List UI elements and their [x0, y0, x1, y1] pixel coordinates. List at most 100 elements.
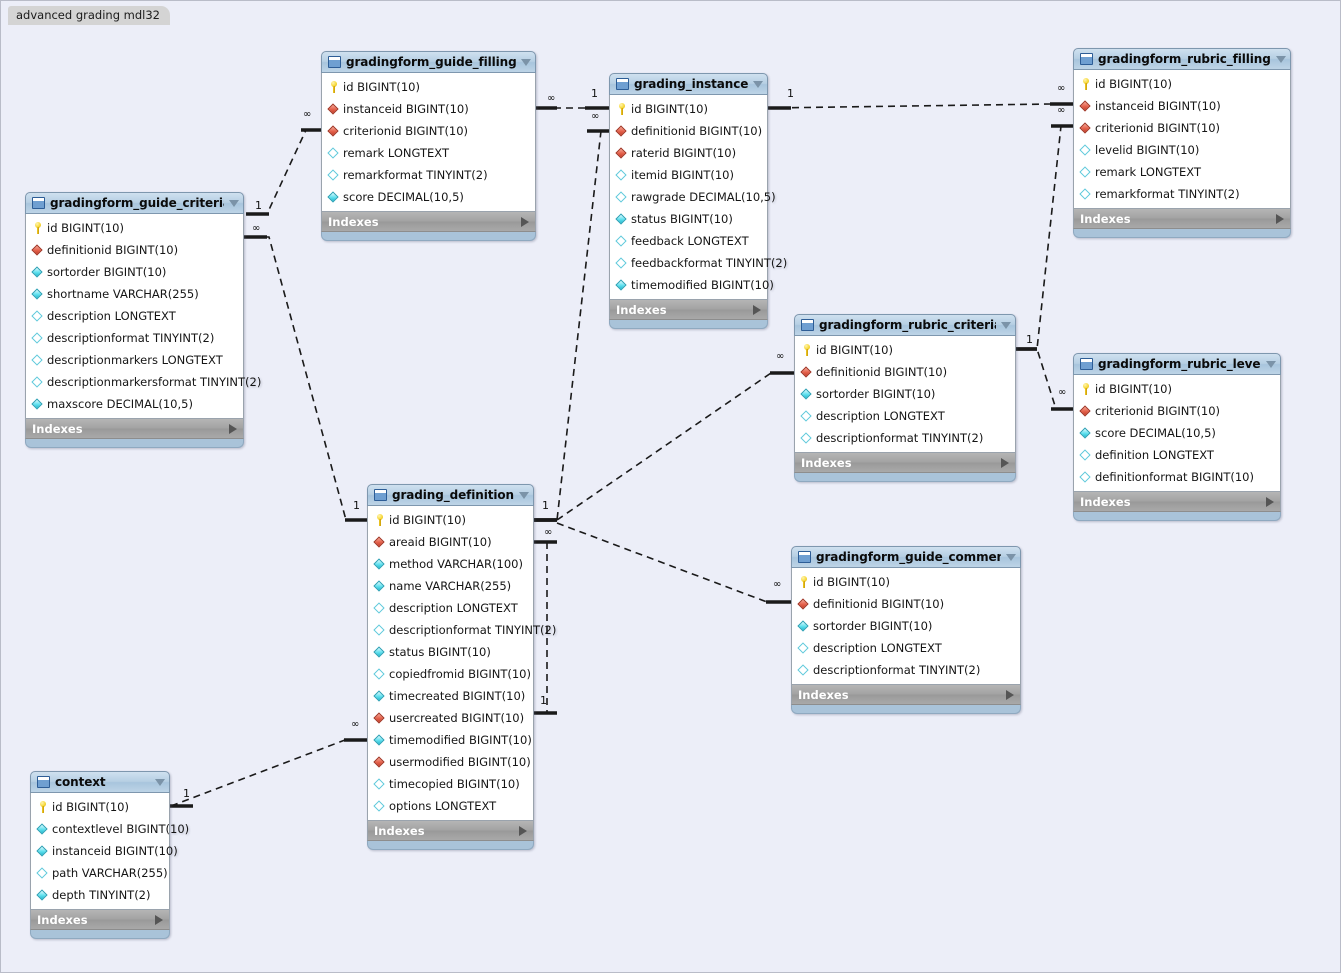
indexes-bar-gradingform_guide_comments[interactable]: Indexes	[791, 685, 1021, 705]
table-header-gradingform_rubric_levels[interactable]: gradingform_rubric_levels	[1073, 353, 1281, 375]
column-row[interactable]: instanceid BIGINT(10)	[1074, 95, 1290, 117]
column-row[interactable]: raterid BIGINT(10)	[610, 142, 767, 164]
relationship-rubric_criteria-to-rubric_levels[interactable]: ∞	[1013, 347, 1075, 411]
indexes-bar-gradingform_rubric_levels[interactable]: Indexes	[1073, 492, 1281, 512]
table-header-grading_definitions[interactable]: grading_definitions	[367, 484, 534, 506]
column-row[interactable]: instanceid BIGINT(10)	[322, 98, 535, 120]
table-header-gradingform_guide_fillings[interactable]: gradingform_guide_fillings	[321, 51, 536, 73]
column-row[interactable]: copiedfromid BIGINT(10)	[368, 663, 533, 685]
column-row[interactable]: definitionid BIGINT(10)	[792, 593, 1020, 615]
column-row[interactable]: timecopied BIGINT(10)	[368, 773, 533, 795]
column-row[interactable]: maxscore DECIMAL(10,5)	[26, 393, 243, 415]
chevron-down-icon[interactable]	[1266, 360, 1276, 368]
expand-right-icon[interactable]	[521, 216, 529, 227]
column-row[interactable]: id BIGINT(10)	[26, 217, 243, 239]
column-row[interactable]: criterionid BIGINT(10)	[1074, 117, 1290, 139]
table-grading_definitions[interactable]: grading_definitionsid BIGINT(10) areaid B…	[367, 484, 556, 850]
chevron-down-icon[interactable]	[1001, 321, 1011, 329]
column-row[interactable]: description LONGTEXT	[368, 597, 533, 619]
column-row[interactable]: timemodified BIGINT(10)	[368, 729, 533, 751]
table-gradingform_rubric_levels[interactable]: gradingform_rubric_levels id BIGINT(10) cr…	[1073, 353, 1281, 521]
expand-right-icon[interactable]	[1276, 213, 1284, 224]
indexes-bar-grading_definitions[interactable]: Indexes	[367, 821, 534, 841]
column-row[interactable]: description LONGTEXT	[795, 405, 1015, 427]
expand-right-icon[interactable]	[753, 304, 761, 315]
column-row[interactable]: levelid BIGINT(10)	[1074, 139, 1290, 161]
column-row[interactable]: id BIGINT(10)	[31, 796, 169, 818]
column-row[interactable]: criterionid BIGINT(10)	[1074, 400, 1280, 422]
relationship-grading_definitions-to-rubric_criteria[interactable]: ∞	[532, 351, 796, 522]
column-row[interactable]: status BIGINT(10)	[610, 208, 767, 230]
column-row[interactable]: id BIGINT(10)	[1074, 73, 1290, 95]
column-row[interactable]: usercreated BIGINT(10)	[368, 707, 533, 729]
column-row[interactable]: remarkformat TINYINT(2)	[1074, 183, 1290, 205]
column-row[interactable]: id BIGINT(10)	[322, 76, 535, 98]
relationship-grading_instances-to-rubric_fillings[interactable]: 1 ∞	[766, 83, 1075, 110]
chevron-down-icon[interactable]	[1276, 55, 1286, 63]
column-row[interactable]: score DECIMAL(10,5)	[322, 186, 535, 208]
chevron-down-icon[interactable]	[1006, 553, 1016, 561]
column-row[interactable]: descriptionformat TINYINT(2)	[792, 659, 1020, 681]
column-row[interactable]: options LONGTEXT	[368, 795, 533, 817]
table-header-grading_instances[interactable]: grading_instances	[609, 73, 768, 95]
table-gradingform_guide_criteria[interactable]: gradingform_guide_criteria id BIGINT(10) d…	[25, 192, 261, 448]
column-row[interactable]: method VARCHAR(100)	[368, 553, 533, 575]
column-row[interactable]: descriptionformat TINYINT(2)	[26, 327, 243, 349]
column-row[interactable]: usermodified BIGINT(10)	[368, 751, 533, 773]
table-header-context[interactable]: context	[30, 771, 170, 793]
expand-right-icon[interactable]	[155, 914, 163, 925]
column-row[interactable]: areaid BIGINT(10)	[368, 531, 533, 553]
column-row[interactable]: feedbackformat TINYINT(2)	[610, 252, 787, 274]
table-gradingform_guide_comments[interactable]: gradingform_guide_comments id BIGINT(10) d…	[791, 546, 1021, 714]
relationship-grading_definitions-to-grading_instances[interactable]: 1∞	[532, 111, 611, 522]
table-header-gradingform_rubric_criteria[interactable]: gradingform_rubric_criteria	[794, 314, 1016, 336]
relationship-guide_criteria-to-guide_fillings[interactable]: 1∞	[246, 109, 324, 216]
column-row[interactable]: remark LONGTEXT	[322, 142, 535, 164]
column-row[interactable]: sortorder BIGINT(10)	[792, 615, 1020, 637]
column-row[interactable]: descriptionmarkers LONGTEXT	[26, 349, 243, 371]
column-row[interactable]: descriptionformat TINYINT(2)	[368, 619, 556, 641]
indexes-bar-gradingform_guide_fillings[interactable]: Indexes	[321, 212, 536, 232]
column-row[interactable]: path VARCHAR(255)	[31, 862, 169, 884]
table-header-gradingform_guide_comments[interactable]: gradingform_guide_comments	[791, 546, 1021, 568]
column-row[interactable]: rawgrade DECIMAL(10,5)	[610, 186, 776, 208]
indexes-bar-gradingform_rubric_fillings[interactable]: Indexes	[1073, 209, 1291, 229]
relationship-grading_definitions-to-guide_criteria[interactable]: 1∞	[242, 223, 369, 522]
column-row[interactable]: contextlevel BIGINT(10)	[31, 818, 189, 840]
chevron-down-icon[interactable]	[753, 80, 763, 88]
column-row[interactable]: definitionid BIGINT(10)	[26, 239, 243, 261]
relationship-rubric_criteria-to-rubric_fillings[interactable]: 1∞	[1013, 105, 1075, 351]
chevron-down-icon[interactable]	[155, 778, 165, 786]
table-context[interactable]: context id BIGINT(10) contextlevel BIGINT(…	[30, 771, 189, 939]
column-row[interactable]: descriptionmarkersformat TINYINT(2)	[26, 371, 261, 393]
indexes-bar-context[interactable]: Indexes	[30, 910, 170, 930]
table-gradingform_guide_fillings[interactable]: gradingform_guide_fillingsid BIGINT(10) i…	[321, 51, 536, 241]
column-row[interactable]: status BIGINT(10)	[368, 641, 533, 663]
column-row[interactable]: itemid BIGINT(10)	[610, 164, 767, 186]
column-row[interactable]: remark LONGTEXT	[1074, 161, 1290, 183]
er-diagram-canvas[interactable]: advanced grading mdl32 1 ∞ ∞ 1 1 ∞ 1 ∞ ∞ 1 ∞ 1 ∞ ∞ ∞ ∞ 1…	[0, 0, 1341, 973]
chevron-down-icon[interactable]	[519, 491, 529, 499]
column-row[interactable]: definitionid BIGINT(10)	[795, 361, 1015, 383]
expand-right-icon[interactable]	[1266, 496, 1274, 507]
table-gradingform_rubric_fillings[interactable]: gradingform_rubric_fillings id BIGINT(10)…	[1073, 48, 1291, 238]
column-row[interactable]: id BIGINT(10)	[792, 571, 1020, 593]
expand-right-icon[interactable]	[229, 423, 237, 434]
column-row[interactable]: depth TINYINT(2)	[31, 884, 169, 906]
chevron-down-icon[interactable]	[521, 58, 531, 66]
table-grading_instances[interactable]: grading_instancesid BIGINT(10) definition…	[609, 73, 787, 329]
column-row[interactable]: id BIGINT(10)	[610, 98, 767, 120]
column-row[interactable]: definitionid BIGINT(10)	[610, 120, 767, 142]
column-row[interactable]: criterionid BIGINT(10)	[322, 120, 535, 142]
column-row[interactable]: remarkformat TINYINT(2)	[322, 164, 535, 186]
column-row[interactable]: sortorder BIGINT(10)	[26, 261, 243, 283]
column-row[interactable]: definitionformat BIGINT(10)	[1074, 466, 1280, 488]
column-row[interactable]: id BIGINT(10)	[368, 509, 533, 531]
column-row[interactable]: id BIGINT(10)	[795, 339, 1015, 361]
tab-advanced-grading-mdl32[interactable]: advanced grading mdl32	[8, 6, 170, 25]
column-row[interactable]: timecreated BIGINT(10)	[368, 685, 533, 707]
column-row[interactable]: score DECIMAL(10,5)	[1074, 422, 1280, 444]
column-row[interactable]: feedback LONGTEXT	[610, 230, 767, 252]
column-row[interactable]: definition LONGTEXT	[1074, 444, 1280, 466]
indexes-bar-gradingform_guide_criteria[interactable]: Indexes	[25, 419, 244, 439]
